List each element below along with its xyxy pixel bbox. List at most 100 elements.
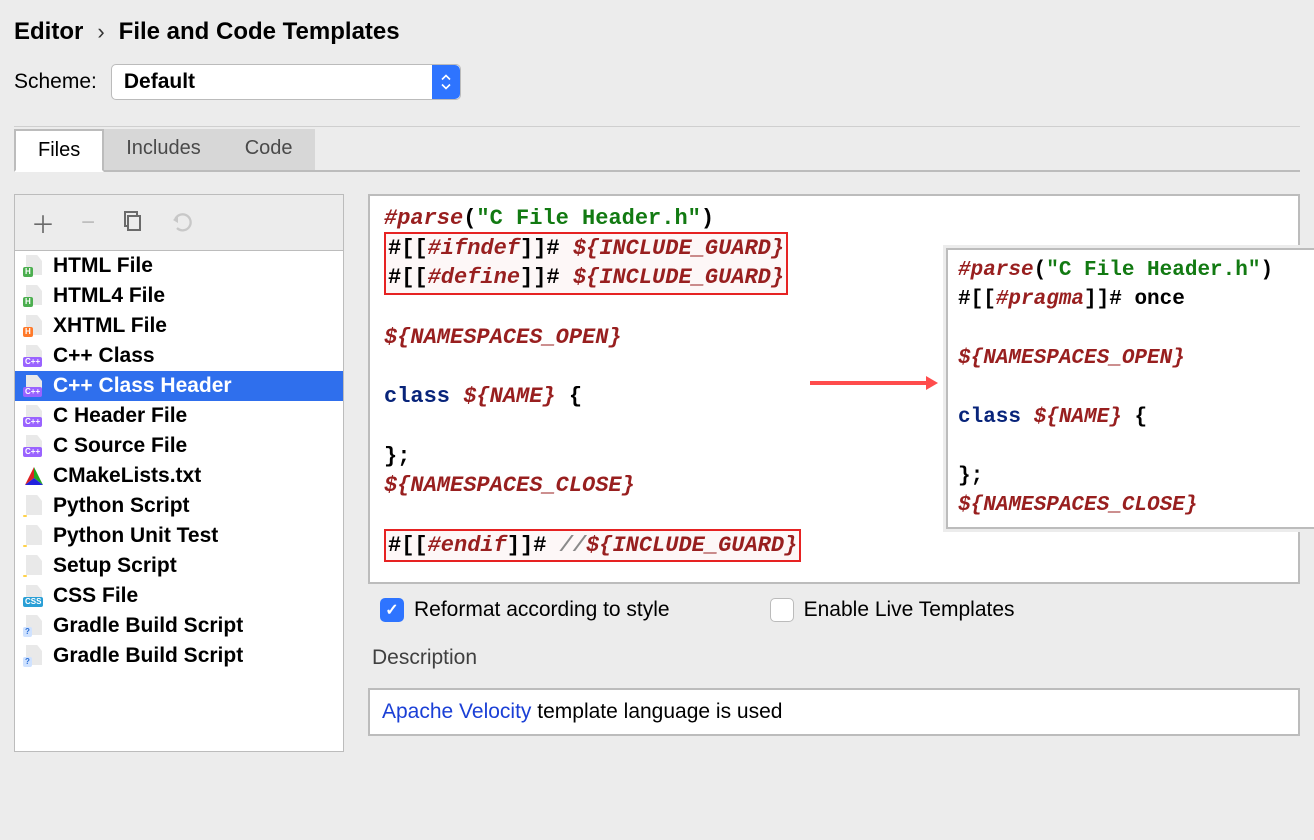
apache-velocity-link[interactable]: Apache Velocity <box>382 700 531 723</box>
code-text: #[[ <box>388 236 428 261</box>
code-text: #endif <box>428 533 507 558</box>
description-box: Apache Velocity template language is use… <box>368 688 1300 736</box>
file-icon: H <box>23 285 45 307</box>
list-item[interactable]: H HTML4 File <box>15 281 343 311</box>
code-text: "C File Header.h" <box>1046 259 1260 282</box>
list-item-label: HTML File <box>53 254 153 278</box>
code-text: #define <box>428 265 520 290</box>
undo-icon <box>169 210 193 235</box>
list-item[interactable]: C++ C++ Class <box>15 341 343 371</box>
code-text: ]]# <box>520 236 573 261</box>
copy-icon[interactable] <box>121 210 143 235</box>
select-stepper-icon <box>432 65 460 99</box>
highlight-pragma: #[[#pragma]]# once <box>958 285 1304 314</box>
file-icon: C++ <box>23 345 45 367</box>
list-item[interactable]: ?Gradle Build Script <box>15 641 343 671</box>
list-item-label: CSS File <box>53 584 138 608</box>
scheme-select[interactable]: Default <box>111 64 461 100</box>
scheme-value: Default <box>124 70 195 94</box>
list-item[interactable]: Setup Script <box>15 551 343 581</box>
reformat-label: Reformat according to style <box>414 598 670 622</box>
tab-includes[interactable]: Includes <box>104 129 223 170</box>
file-icon <box>23 555 45 577</box>
list-item-label: HTML4 File <box>53 284 165 308</box>
code-text: ${INCLUDE_GUARD} <box>573 265 784 290</box>
breadcrumb-level-1[interactable]: Editor <box>14 18 83 46</box>
checkbox-icon <box>770 598 794 622</box>
code-text: }; <box>958 465 983 488</box>
live-templates-checkbox[interactable]: Enable Live Templates <box>770 598 1015 622</box>
list-item[interactable]: HHTML File <box>15 251 343 281</box>
code-text: ${NAMESPACES_CLOSE} <box>958 494 1197 517</box>
code-text: { <box>556 384 582 409</box>
code-text: #[[ <box>388 533 428 558</box>
code-text: ( <box>463 206 476 231</box>
remove-icon: − <box>81 209 95 237</box>
code-text: #ifndef <box>428 236 520 261</box>
template-list[interactable]: HHTML FileHHTML4 FileHXHTML FileC++C++ C… <box>15 251 343 751</box>
list-item-label: C++ Class Header <box>53 374 232 398</box>
code-text: #pragma <box>996 288 1084 311</box>
scheme-label: Scheme: <box>14 70 97 94</box>
list-item-label: C Header File <box>53 404 187 428</box>
scheme-row: Scheme: Default <box>0 60 1314 118</box>
code-text: #parse <box>958 259 1034 282</box>
list-item-label: XHTML File <box>53 314 167 338</box>
file-icon: C++ <box>23 405 45 427</box>
list-item[interactable]: C++ C++ Class Header <box>15 371 343 401</box>
list-item-label: C Source File <box>53 434 187 458</box>
code-text: "C File Header.h" <box>476 206 700 231</box>
code-text: ) <box>1260 259 1273 282</box>
list-item[interactable]: H XHTML File <box>15 311 343 341</box>
divider <box>14 126 1300 127</box>
list-item-label: C++ Class <box>53 344 155 368</box>
file-icon: H <box>23 315 45 337</box>
list-item[interactable]: CSS CSS File <box>15 581 343 611</box>
code-text: ${NAMESPACES_CLOSE} <box>384 473 635 498</box>
list-item-label: Setup Script <box>53 554 177 578</box>
code-text: #[[ <box>388 265 428 290</box>
code-text: ) <box>701 206 714 231</box>
cmake-icon <box>23 465 45 487</box>
live-templates-label: Enable Live Templates <box>804 598 1015 622</box>
list-item[interactable]: C++ C Header File <box>15 401 343 431</box>
code-text: class <box>384 384 463 409</box>
overlay-code: #parse("C File Header.h") #[[#pragma]]# … <box>946 248 1314 529</box>
code-text: ${INCLUDE_GUARD} <box>586 533 797 558</box>
checkbox-icon <box>380 598 404 622</box>
code-text: }; <box>384 444 410 469</box>
list-item[interactable]: CMakeLists.txt <box>15 461 343 491</box>
list-item[interactable]: Python Script <box>15 491 343 521</box>
highlight-ifndef-define: #[[#ifndef]]# ${INCLUDE_GUARD} #[[#defin… <box>384 232 788 295</box>
code-text: ]]# <box>520 265 573 290</box>
options-row: Reformat according to style Enable Live … <box>368 598 1300 622</box>
code-text: ${INCLUDE_GUARD} <box>573 236 784 261</box>
code-text: ${NAME} <box>463 384 555 409</box>
sidebar-toolbar: ＋ − <box>15 195 343 251</box>
code-text: class <box>958 406 1034 429</box>
list-item[interactable]: ?Gradle Build Script <box>15 611 343 641</box>
code-text: { <box>1122 406 1147 429</box>
code-text: #parse <box>384 206 463 231</box>
description-label: Description <box>368 646 1300 670</box>
highlight-endif: #[[#endif]]# //${INCLUDE_GUARD} <box>384 529 801 563</box>
code-text: ]]# once <box>1084 288 1185 311</box>
tab-files[interactable]: Files <box>14 129 104 172</box>
content: ＋ − HHTML FileHHTML4 FileHXHTML FileC++C… <box>14 194 1300 752</box>
description-text: template language is used <box>531 700 782 723</box>
file-icon: CSS <box>23 585 45 607</box>
list-item[interactable]: Python Unit Test <box>15 521 343 551</box>
arrow-icon <box>808 374 938 392</box>
list-item-label: Python Unit Test <box>53 524 218 548</box>
file-icon: ? <box>23 615 45 637</box>
code-text: ${NAMESPACES_OPEN} <box>958 347 1185 370</box>
code-text: ${NAME} <box>1034 406 1122 429</box>
tab-code[interactable]: Code <box>223 129 315 170</box>
file-icon <box>23 495 45 517</box>
breadcrumb: Editor › File and Code Templates <box>0 0 1314 60</box>
file-icon: C++ <box>23 375 45 397</box>
reformat-checkbox[interactable]: Reformat according to style <box>380 598 670 622</box>
tabs: Files Includes Code <box>14 129 1300 172</box>
add-icon[interactable]: ＋ <box>31 205 55 240</box>
list-item[interactable]: C++C Source File <box>15 431 343 461</box>
